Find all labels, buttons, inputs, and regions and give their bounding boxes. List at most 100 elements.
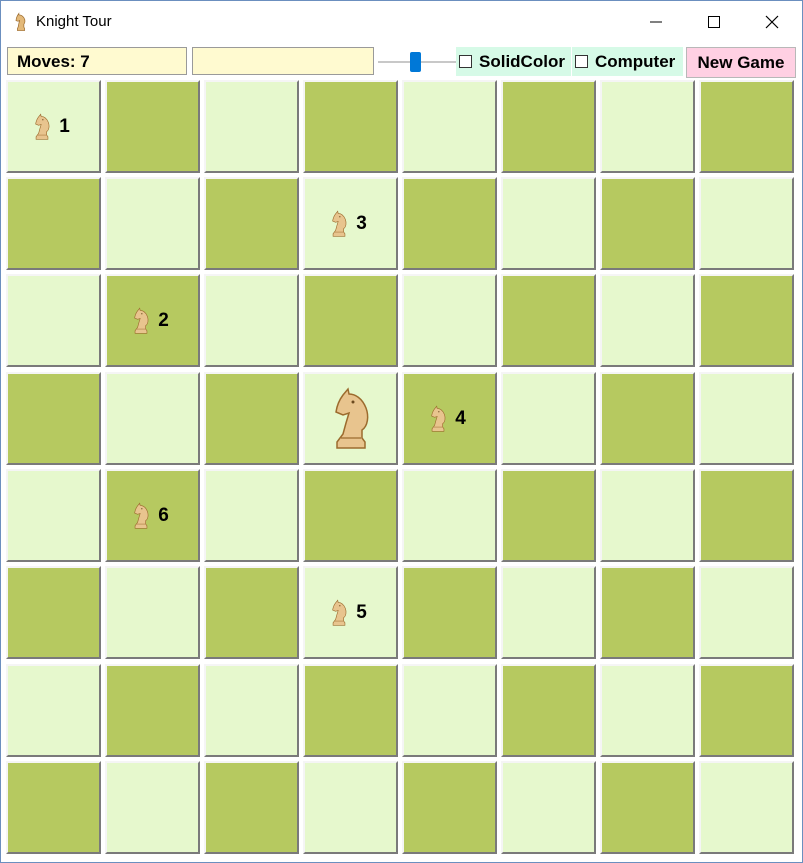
- board-square[interactable]: [204, 664, 299, 757]
- board-square[interactable]: [204, 372, 299, 465]
- board-square[interactable]: [303, 372, 398, 465]
- move-number: 1: [59, 115, 70, 137]
- board-square[interactable]: [600, 469, 695, 562]
- solid-color-check-box[interactable]: [459, 55, 472, 68]
- toolbar: Moves: 7 SolidColor Computer New Game: [1, 43, 802, 81]
- solid-color-checkbox[interactable]: SolidColor: [456, 47, 571, 76]
- board-square[interactable]: [204, 566, 299, 659]
- board-square[interactable]: [402, 761, 497, 854]
- close-icon: [765, 15, 779, 29]
- visited-mark: 6: [107, 471, 198, 560]
- board-square[interactable]: [105, 761, 200, 854]
- board-square[interactable]: 5: [303, 566, 398, 659]
- board-square[interactable]: [303, 274, 398, 367]
- board-square[interactable]: [699, 566, 794, 659]
- board-square[interactable]: [402, 664, 497, 757]
- knight-icon: [332, 599, 347, 626]
- board-square[interactable]: [6, 761, 101, 854]
- move-number: 3: [356, 212, 367, 234]
- visited-mark: 1: [8, 82, 99, 171]
- board-square[interactable]: [105, 177, 200, 270]
- board-square[interactable]: [501, 761, 596, 854]
- board-square[interactable]: [303, 761, 398, 854]
- computer-check-box[interactable]: [575, 55, 588, 68]
- move-number: 6: [158, 504, 169, 526]
- minimize-button[interactable]: [627, 1, 685, 43]
- maximize-icon: [708, 16, 720, 28]
- computer-label: Computer: [595, 51, 676, 71]
- new-game-button[interactable]: New Game: [686, 47, 796, 78]
- board-square[interactable]: 6: [105, 469, 200, 562]
- board-square[interactable]: [699, 80, 794, 173]
- board-square[interactable]: [6, 566, 101, 659]
- board-square[interactable]: [303, 664, 398, 757]
- board-square[interactable]: [402, 80, 497, 173]
- board-square[interactable]: [6, 274, 101, 367]
- board-square[interactable]: [501, 372, 596, 465]
- board-square[interactable]: [501, 274, 596, 367]
- knight-icon: [134, 502, 149, 529]
- slider-thumb[interactable]: [410, 52, 421, 72]
- board-square[interactable]: [600, 372, 695, 465]
- board-square[interactable]: [6, 177, 101, 270]
- board-square[interactable]: [105, 372, 200, 465]
- board-square[interactable]: [600, 664, 695, 757]
- knight-icon: [35, 113, 50, 140]
- board-square[interactable]: [6, 469, 101, 562]
- board-square[interactable]: [204, 80, 299, 173]
- board-square[interactable]: [6, 372, 101, 465]
- board-square[interactable]: [105, 80, 200, 173]
- board-square[interactable]: [105, 664, 200, 757]
- board-square[interactable]: [204, 274, 299, 367]
- board-square[interactable]: [204, 761, 299, 854]
- board-square[interactable]: 2: [105, 274, 200, 367]
- knight-icon: [431, 405, 446, 432]
- board-square[interactable]: [501, 80, 596, 173]
- board-square[interactable]: [699, 761, 794, 854]
- board-square[interactable]: [105, 566, 200, 659]
- board-square[interactable]: [600, 566, 695, 659]
- board-square[interactable]: [600, 80, 695, 173]
- board-square[interactable]: [501, 566, 596, 659]
- board-square[interactable]: [699, 274, 794, 367]
- close-button[interactable]: [743, 1, 801, 43]
- board-square[interactable]: [402, 469, 497, 562]
- board-square[interactable]: 1: [6, 80, 101, 173]
- knight-piece-icon: [334, 386, 368, 449]
- minimize-icon: [650, 21, 662, 23]
- speed-slider[interactable]: [378, 51, 456, 73]
- computer-checkbox[interactable]: Computer: [572, 47, 683, 76]
- visited-mark: 2: [107, 276, 198, 365]
- app-window: Knight Tour Moves: 7 SolidColor Computer…: [0, 0, 803, 863]
- status-field: [192, 47, 374, 75]
- board-square[interactable]: [699, 372, 794, 465]
- board-square[interactable]: [600, 177, 695, 270]
- move-number: 5: [356, 601, 367, 623]
- board-square[interactable]: [699, 664, 794, 757]
- board-square[interactable]: [204, 469, 299, 562]
- moves-counter: Moves: 7: [7, 47, 187, 75]
- title-bar: Knight Tour: [1, 1, 802, 43]
- board-square[interactable]: [699, 177, 794, 270]
- maximize-button[interactable]: [685, 1, 743, 43]
- board-square[interactable]: [6, 664, 101, 757]
- knight-icon: [134, 307, 149, 334]
- board-square[interactable]: [501, 469, 596, 562]
- board-square[interactable]: [699, 469, 794, 562]
- move-number: 4: [455, 407, 466, 429]
- knight-icon: [332, 210, 347, 237]
- board-square[interactable]: [303, 80, 398, 173]
- board-square[interactable]: [402, 274, 497, 367]
- board-square[interactable]: [600, 761, 695, 854]
- visited-mark: 3: [305, 179, 396, 268]
- board-square[interactable]: [501, 177, 596, 270]
- board-square[interactable]: [402, 177, 497, 270]
- board-square[interactable]: [501, 664, 596, 757]
- board-square[interactable]: [402, 566, 497, 659]
- board-square[interactable]: [600, 274, 695, 367]
- board-square[interactable]: 3: [303, 177, 398, 270]
- board-square[interactable]: [303, 469, 398, 562]
- board-square[interactable]: 4: [402, 372, 497, 465]
- board-square[interactable]: [204, 177, 299, 270]
- knight-icon: [15, 12, 26, 31]
